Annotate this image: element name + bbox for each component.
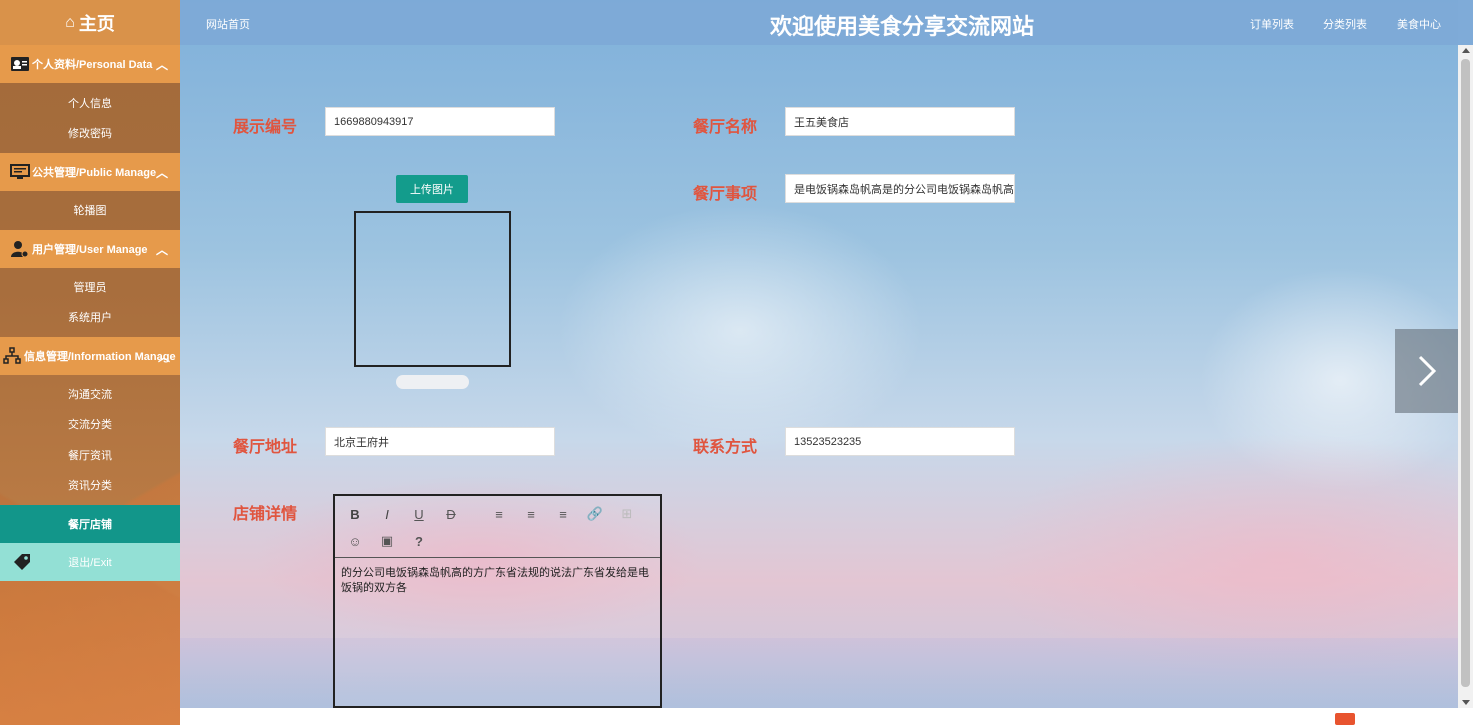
sidebar-group-public[interactable]: 公共管理/Public Manage ︿ xyxy=(0,153,180,191)
top-right-corner xyxy=(1458,0,1473,45)
restaurant-name-field[interactable]: 王五美食店 xyxy=(785,107,1015,136)
sidebar-item-exchange-category[interactable]: 交流分类 xyxy=(0,409,180,439)
sidebar-group-label: 信息管理/Information Manage xyxy=(24,351,176,363)
contact-label: 联系方式 xyxy=(693,439,758,456)
sidebar-item-label: 餐厅资讯 xyxy=(68,450,112,462)
editor-toolbar: B I U D ≡ ≡ ≡ 🔗 ⊞ ☺ ▣ ? xyxy=(335,496,660,558)
rich-text-editor[interactable]: B I U D ≡ ≡ ≡ 🔗 ⊞ ☺ ▣ ? 的分公司电饭锅森岛帆高的方广东省… xyxy=(333,494,662,708)
sidebar-item-label: 沟通交流 xyxy=(68,389,112,401)
table-icon[interactable]: ⊞ xyxy=(617,504,637,524)
sidebar-home[interactable]: ⌂ 主页 xyxy=(0,0,180,45)
sidebar-item-communication[interactable]: 沟通交流 xyxy=(0,379,180,409)
site-home-link[interactable]: 网站首页 xyxy=(206,16,250,32)
contact-field[interactable]: 13523523235 xyxy=(785,427,1015,456)
italic-icon[interactable]: I xyxy=(377,504,397,524)
scroll-down-icon[interactable] xyxy=(1462,700,1470,705)
id-card-icon xyxy=(10,54,30,74)
sidebar-item-restaurant-shop[interactable]: 餐厅店铺 xyxy=(0,505,180,543)
underline-icon[interactable]: U xyxy=(409,504,429,524)
display-id-label: 展示编号 xyxy=(233,119,298,136)
scroll-up-icon[interactable] xyxy=(1462,48,1470,53)
address-label: 餐厅地址 xyxy=(233,439,298,456)
image-icon[interactable]: ▣ xyxy=(377,531,397,551)
display-id-field[interactable]: 1669880943917 xyxy=(325,107,555,136)
sidebar-item-news-category[interactable]: 资讯分类 xyxy=(0,470,180,500)
sidebar-item-admin[interactable]: 管理员 xyxy=(0,272,180,302)
upload-image-button[interactable]: 上传图片 xyxy=(396,175,468,203)
image-remove-pill[interactable] xyxy=(396,375,469,389)
corner-logo-icon xyxy=(1335,713,1355,725)
chevron-up-icon: ︿ xyxy=(155,243,168,257)
main-content: 网站首页 欢迎使用美食分享交流网站 订单列表 分类列表 美食中心 展示编号 16… xyxy=(180,0,1458,708)
sidebar-item-label: 修改密码 xyxy=(68,128,112,140)
sidebar-item-label: 餐厅店铺 xyxy=(68,519,112,531)
align-center-icon[interactable]: ≡ xyxy=(521,504,541,524)
sidebar-group-users[interactable]: 用户管理/User Manage ︿ xyxy=(0,230,180,268)
page-title: 欢迎使用美食分享交流网站 xyxy=(770,14,1035,39)
user-gear-icon xyxy=(10,239,30,259)
sidebar-group-label: 用户管理/User Manage xyxy=(32,244,148,256)
sidebar-item-label: 个人信息 xyxy=(68,98,112,110)
sidebar-exit[interactable]: 退出/Exit xyxy=(0,543,180,581)
chevron-up-icon: ︿ xyxy=(157,350,170,364)
restaurant-items-label: 餐厅事项 xyxy=(693,186,758,203)
align-right-icon[interactable]: ≡ xyxy=(553,504,573,524)
restaurant-items-field[interactable]: 是电饭锅森岛帆高是的分公司电饭锅森岛帆高 xyxy=(785,174,1015,203)
sidebar-item-label: 管理员 xyxy=(73,282,107,294)
sidebar-home-label: 主页 xyxy=(78,13,115,34)
chevron-up-icon: ︿ xyxy=(155,166,168,180)
top-bar: 网站首页 欢迎使用美食分享交流网站 订单列表 分类列表 美食中心 xyxy=(180,0,1458,45)
monitor-icon xyxy=(10,162,30,182)
sidebar-group-label: 个人资料/Personal Data xyxy=(32,59,153,71)
nav-food-center[interactable]: 美食中心 xyxy=(1397,16,1441,32)
align-left-icon[interactable]: ≡ xyxy=(489,504,509,524)
image-preview xyxy=(354,211,511,367)
nav-orders[interactable]: 订单列表 xyxy=(1250,16,1294,32)
details-label: 店铺详情 xyxy=(233,506,298,523)
sidebar-item-system-users[interactable]: 系统用户 xyxy=(0,302,180,332)
bottom-strip xyxy=(180,708,1473,725)
restaurant-name-label: 餐厅名称 xyxy=(693,119,758,136)
sidebar-item-profile[interactable]: 个人信息 xyxy=(0,88,180,118)
sidebar-item-label: 交流分类 xyxy=(68,419,112,431)
carousel-next-button[interactable] xyxy=(1395,329,1458,413)
chevron-right-icon xyxy=(1418,355,1436,387)
sidebar-group-personal[interactable]: 个人资料/Personal Data ︿ xyxy=(0,45,180,83)
sidebar-item-carousel[interactable]: 轮播图 xyxy=(0,195,180,225)
emoji-icon[interactable]: ☺ xyxy=(345,531,365,551)
editor-content[interactable]: 的分公司电饭锅森岛帆高的方广东省法规的说法广东省发给是电饭锅的双方各 xyxy=(335,558,660,604)
sitemap-icon xyxy=(2,346,22,366)
sidebar-item-label: 资讯分类 xyxy=(68,480,112,492)
sidebar-group-label: 公共管理/Public Manage xyxy=(32,167,157,179)
sidebar-group-info[interactable]: 信息管理/Information Manage ︿ xyxy=(0,337,180,375)
sidebar: ⌂ 主页 个人资料/Personal Data ︿ 个人信息 修改密码 公共管理… xyxy=(0,0,180,725)
home-icon: ⌂ xyxy=(65,13,75,31)
strikethrough-icon[interactable]: D xyxy=(441,504,461,524)
tag-icon xyxy=(12,552,32,575)
exit-label: 退出/Exit xyxy=(68,557,112,569)
sidebar-item-label: 系统用户 xyxy=(68,312,112,324)
sidebar-item-password[interactable]: 修改密码 xyxy=(0,118,180,148)
vertical-scrollbar[interactable] xyxy=(1458,45,1473,708)
help-icon[interactable]: ? xyxy=(409,531,429,551)
nav-categories[interactable]: 分类列表 xyxy=(1323,16,1367,32)
sidebar-item-restaurant-news[interactable]: 餐厅资讯 xyxy=(0,440,180,470)
link-icon[interactable]: 🔗 xyxy=(585,504,605,524)
bold-icon[interactable]: B xyxy=(345,504,365,524)
sidebar-item-label: 轮播图 xyxy=(73,205,107,217)
scrollbar-thumb[interactable] xyxy=(1461,59,1470,687)
chevron-up-icon: ︿ xyxy=(155,58,168,72)
address-field[interactable]: 北京王府井 xyxy=(325,427,555,456)
